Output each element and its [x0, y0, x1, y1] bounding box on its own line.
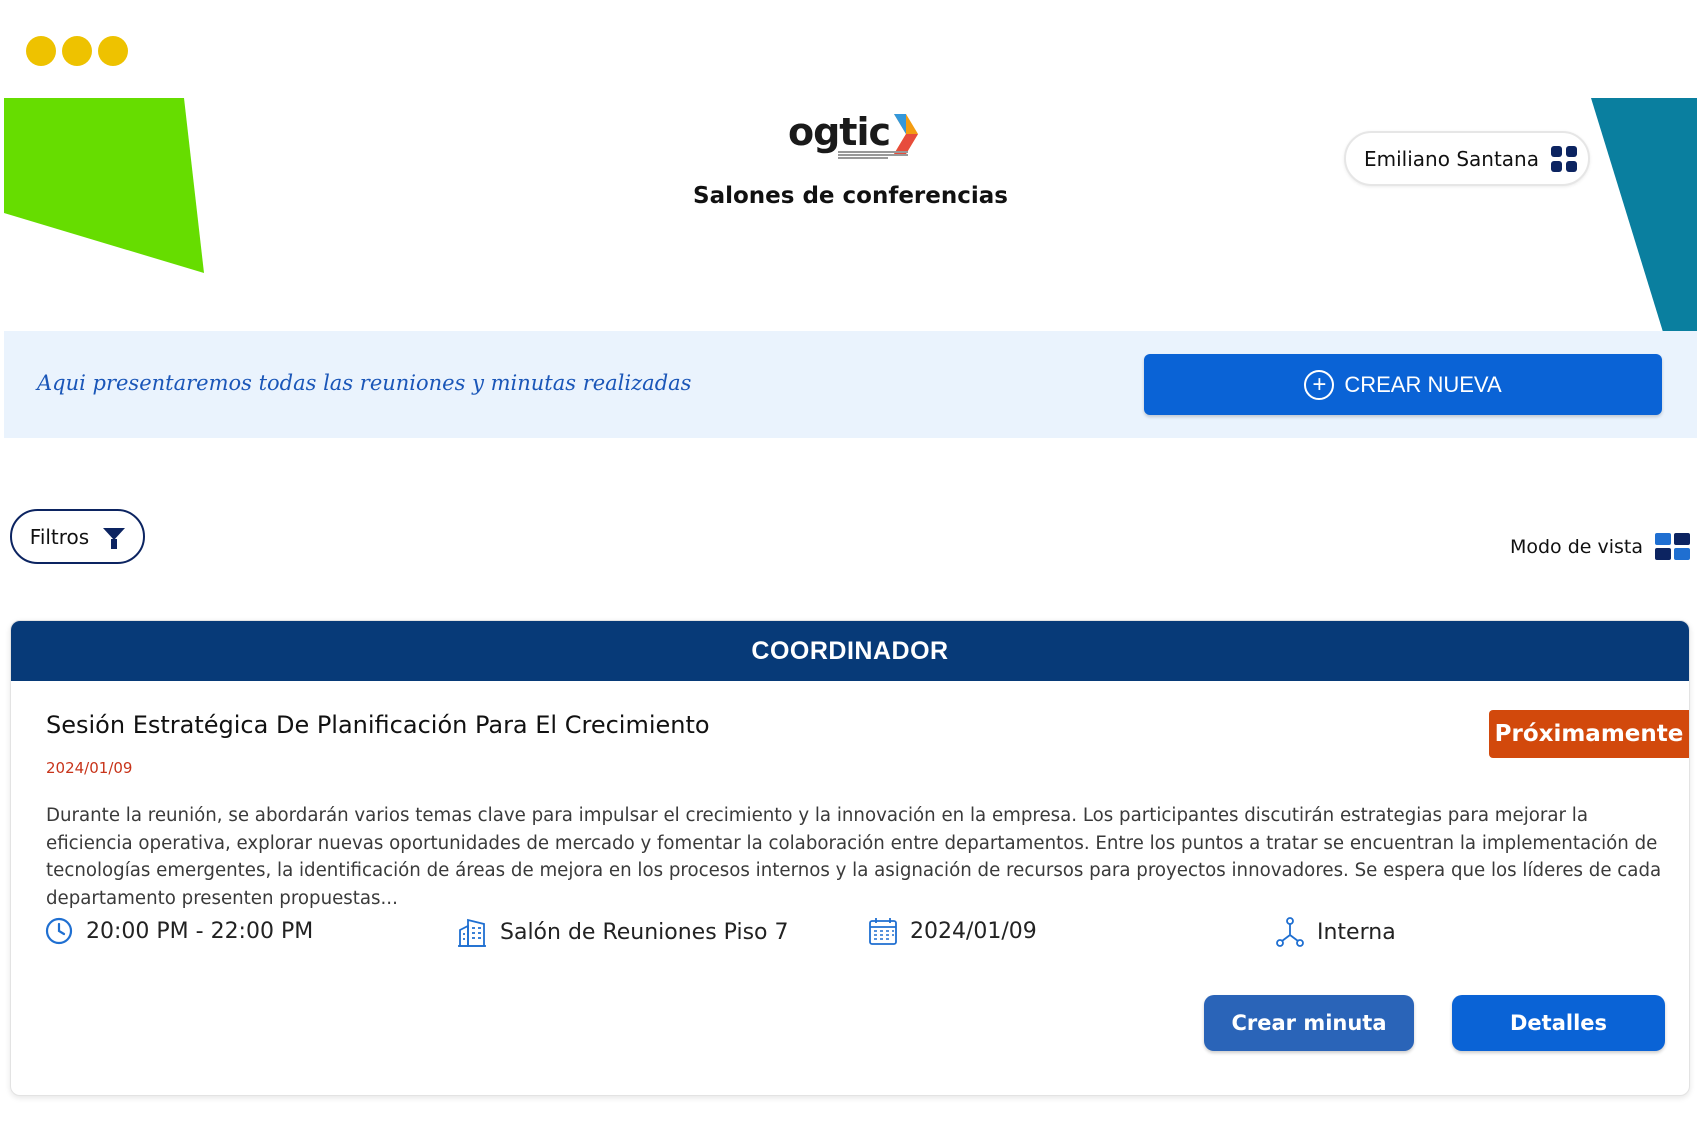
user-menu-button[interactable]: Emiliano Santana — [1344, 131, 1590, 186]
meeting-room: Salón de Reuniones Piso 7 — [456, 916, 788, 948]
grid-icon — [1550, 145, 1577, 172]
details-button[interactable]: Detalles — [1452, 995, 1665, 1051]
filters-button[interactable]: Filtros — [10, 509, 145, 564]
meeting-room-text: Salón de Reuniones Piso 7 — [500, 919, 789, 945]
window-dot — [62, 36, 92, 66]
meeting-title: Sesión Estratégica De Planificación Para… — [46, 711, 710, 739]
meeting-type: Interna — [1275, 916, 1396, 948]
view-mode-label: Modo de vista — [1509, 536, 1643, 558]
ogtic-logo: ogtic — [788, 110, 919, 159]
create-minute-button[interactable]: Crear minuta — [1204, 995, 1414, 1051]
meeting-description: Durante la reunión, se abordarán varios … — [46, 805, 1662, 909]
logo-subtitle-lines — [838, 151, 908, 159]
teal-decorative-shape — [1591, 98, 1697, 332]
create-new-button[interactable]: + CREAR NUEVA — [1144, 354, 1662, 415]
meeting-calendar-date: 2024/01/09 — [868, 916, 1037, 946]
status-badge: Próximamente — [1489, 710, 1689, 758]
view-mode-toggle[interactable]: Modo de vista — [1509, 533, 1690, 561]
filters-label: Filtros — [29, 524, 90, 549]
plus-circle-icon: + — [1304, 369, 1335, 400]
logo-arrow-icon — [894, 114, 919, 154]
meeting-time: 20:00 PM - 22:00 PM — [44, 916, 313, 946]
logo-text: ogtic — [788, 110, 891, 154]
window-dots — [26, 36, 128, 66]
calendar-icon — [869, 918, 897, 945]
grid-view-icon[interactable] — [1655, 533, 1690, 561]
window-dot — [26, 36, 56, 66]
meeting-time-text: 20:00 PM - 22:00 PM — [86, 918, 314, 944]
banner-text: Aqui presentaremos todas las reuniones y… — [37, 371, 692, 395]
clock-icon — [45, 917, 73, 945]
building-icon — [458, 918, 486, 947]
meeting-date-label: 2024/01/09 — [46, 759, 133, 777]
network-icon — [1276, 917, 1304, 947]
meeting-calendar-date-text: 2024/01/09 — [910, 918, 1037, 944]
meeting-type-text: Interna — [1317, 919, 1396, 945]
user-name: Emiliano Santana — [1364, 146, 1539, 171]
meeting-card: COORDINADOR Sesión Estratégica De Planif… — [10, 620, 1690, 1096]
page-title: Salones de conferencias — [693, 183, 1008, 209]
card-role-header: COORDINADOR — [11, 621, 1689, 681]
funnel-icon — [103, 527, 126, 549]
window-dot — [98, 36, 128, 66]
info-banner: Aqui presentaremos todas las reuniones y… — [4, 331, 1697, 438]
create-new-label: CREAR NUEVA — [1344, 371, 1502, 397]
